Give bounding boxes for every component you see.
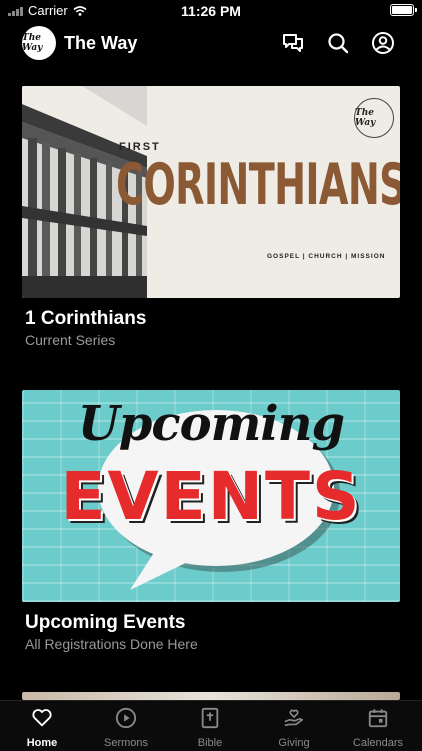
tab-bible[interactable]: Bible [168, 701, 252, 751]
tab-home-label: Home [26, 737, 58, 749]
events-card-subtitle: All Registrations Done Here [25, 636, 198, 652]
app-title: The Way [64, 33, 138, 53]
search-icon[interactable] [326, 31, 350, 55]
play-circle-icon [115, 707, 137, 729]
series-tagline: GOSPEL | CHURCH | MISSION [267, 253, 386, 260]
church-logo[interactable]: The Way [22, 26, 56, 60]
events-card-image[interactable]: Upcoming EVENTS [22, 390, 400, 602]
calendar-icon [368, 709, 388, 728]
app-header: The Way The Way [0, 26, 422, 62]
status-bar: Carrier 11:26 PM [0, 0, 422, 22]
battery-icon [390, 4, 417, 16]
bible-icon [201, 707, 219, 729]
tab-calendars[interactable]: Calendars [336, 701, 420, 751]
giving-hand-icon [284, 709, 304, 727]
tab-giving-label: Giving [278, 737, 310, 749]
series-headline: CORINTHIANS [116, 152, 400, 218]
series-badge-logo: The Way [354, 98, 394, 138]
tab-giving[interactable]: Giving [252, 701, 336, 751]
account-icon[interactable] [371, 31, 395, 55]
series-card-title[interactable]: 1 Corinthians [25, 308, 146, 330]
next-card-image[interactable] [22, 692, 400, 700]
events-headline: EVENTS [60, 458, 362, 535]
events-script-text: Upcoming [77, 396, 345, 452]
events-card-title[interactable]: Upcoming Events [25, 612, 185, 634]
chat-bubbles-icon[interactable] [281, 31, 305, 55]
tab-bar: Home Sermons Bible Giving Calendars [0, 700, 422, 751]
tab-sermons-label: Sermons [103, 737, 149, 749]
tab-bible-label: Bible [197, 737, 223, 749]
series-card-subtitle: Current Series [25, 332, 116, 348]
heart-icon [32, 709, 52, 727]
tab-home[interactable]: Home [0, 701, 84, 751]
tab-sermons[interactable]: Sermons [84, 701, 168, 751]
tab-calendars-label: Calendars [352, 737, 404, 749]
series-card-image[interactable]: FIRST CORINTHIANS GOSPEL | CHURCH | MISS… [22, 86, 400, 298]
status-time: 11:26 PM [181, 3, 241, 19]
